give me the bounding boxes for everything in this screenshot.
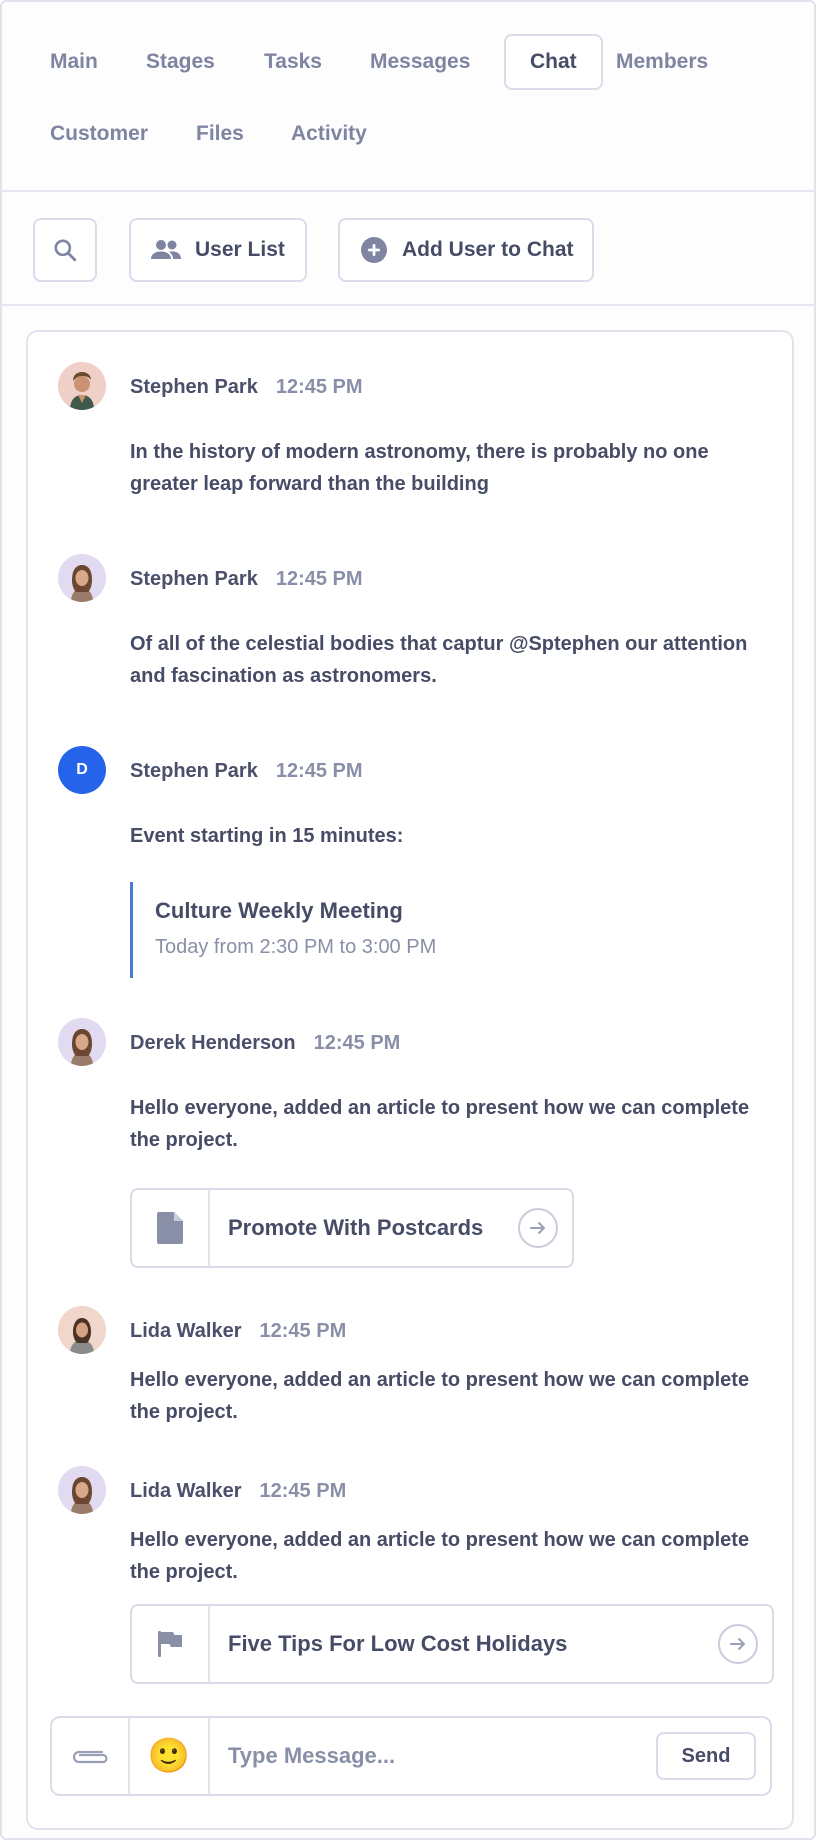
toolbar-divider	[2, 304, 814, 306]
emoji-glyph: 🙂	[147, 1737, 191, 1775]
message-input[interactable]	[228, 1732, 588, 1780]
emoji-icon[interactable]: 🙂	[130, 1718, 208, 1794]
arrow-right-icon[interactable]	[518, 1208, 558, 1248]
message-text: In the history of modern astronomy, ther…	[130, 441, 709, 495]
message-author: Stephen Park	[130, 759, 258, 782]
tab-members[interactable]: Members	[592, 34, 732, 90]
tab-stages[interactable]: Stages	[122, 34, 239, 90]
message-author: Stephen Park	[130, 567, 258, 590]
event-time: Today from 2:30 PM to 3:00 PM	[155, 936, 437, 958]
avatar	[58, 362, 106, 410]
message-header: Stephen Park 12:45 PM	[130, 756, 363, 786]
message-text: Hello everyone, added an article to pres…	[130, 1529, 750, 1583]
event-card[interactable]: Culture Weekly Meeting Today from 2:30 P…	[130, 882, 530, 978]
attachment-card[interactable]: Five Tips For Low Cost Holidays	[130, 1604, 774, 1684]
search-icon	[52, 237, 78, 263]
event-title: Culture Weekly Meeting	[155, 898, 403, 923]
tab-bar: Main Stages Tasks Messages Chat Members …	[2, 2, 814, 192]
message-text: Hello everyone, added an article to pres…	[130, 1369, 750, 1423]
attachment-title: Five Tips For Low Cost Holidays	[228, 1631, 568, 1656]
add-user-to-chat-button[interactable]: Add User to Chat	[338, 218, 594, 282]
add-user-label: Add User to Chat	[402, 238, 574, 261]
send-button[interactable]: Send	[656, 1732, 756, 1780]
search-button[interactable]	[33, 218, 97, 282]
add-circle-icon	[360, 236, 388, 264]
composer-divider	[208, 1718, 210, 1794]
message-header: Lida Walker 12:45 PM	[130, 1316, 346, 1346]
message-text: Event starting in 15 minutes:	[130, 825, 404, 847]
attachment-card[interactable]: Promote With Postcards	[130, 1188, 574, 1268]
avatar	[58, 1466, 106, 1514]
document-icon	[132, 1190, 210, 1266]
user-list-label: User List	[195, 238, 285, 261]
message-author: Stephen Park	[130, 375, 258, 398]
tab-chat[interactable]: Chat	[504, 34, 603, 90]
users-icon	[151, 239, 181, 261]
user-list-button[interactable]: User List	[129, 218, 307, 282]
chat-panel: Main Stages Tasks Messages Chat Members …	[0, 0, 816, 1840]
message-text: Hello everyone, added an article to pres…	[130, 1097, 750, 1151]
chat-messages-card: Stephen Park 12:45 PM In the history of …	[26, 330, 794, 1830]
message-text: Of all of the celestial bodies that capt…	[130, 633, 748, 687]
message-time: 12:45 PM	[275, 759, 363, 782]
message-header: Stephen Park 12:45 PM	[130, 564, 363, 594]
message-composer: 🙂 Send	[50, 1716, 772, 1796]
tabs-divider	[2, 190, 814, 192]
arrow-right-icon[interactable]	[718, 1624, 758, 1664]
tab-main[interactable]: Main	[26, 34, 122, 90]
message-time: 12:45 PM	[275, 567, 363, 590]
message-author: Derek Henderson	[130, 1031, 296, 1054]
tab-customer[interactable]: Customer	[26, 106, 172, 162]
message-author: Lida Walker	[130, 1319, 242, 1342]
avatar: D	[58, 746, 106, 794]
avatar	[58, 554, 106, 602]
tab-tasks[interactable]: Tasks	[240, 34, 346, 90]
message-time: 12:45 PM	[259, 1479, 347, 1502]
attachment-title: Promote With Postcards	[228, 1215, 484, 1240]
avatar	[58, 1306, 106, 1354]
tab-activity[interactable]: Activity	[267, 106, 391, 162]
tab-files[interactable]: Files	[172, 106, 268, 162]
message-header: Stephen Park 12:45 PM	[130, 372, 363, 402]
avatar-initial: D	[76, 761, 88, 778]
avatar	[58, 1018, 106, 1066]
message-time: 12:45 PM	[259, 1319, 347, 1342]
message-author: Lida Walker	[130, 1479, 242, 1502]
message-header: Derek Henderson 12:45 PM	[130, 1028, 400, 1058]
message-time: 12:45 PM	[275, 375, 363, 398]
tab-messages[interactable]: Messages	[346, 34, 494, 90]
flag-icon	[132, 1606, 210, 1682]
paperclip-icon[interactable]	[52, 1718, 128, 1794]
message-time: 12:45 PM	[313, 1031, 401, 1054]
message-header: Lida Walker 12:45 PM	[130, 1476, 346, 1506]
